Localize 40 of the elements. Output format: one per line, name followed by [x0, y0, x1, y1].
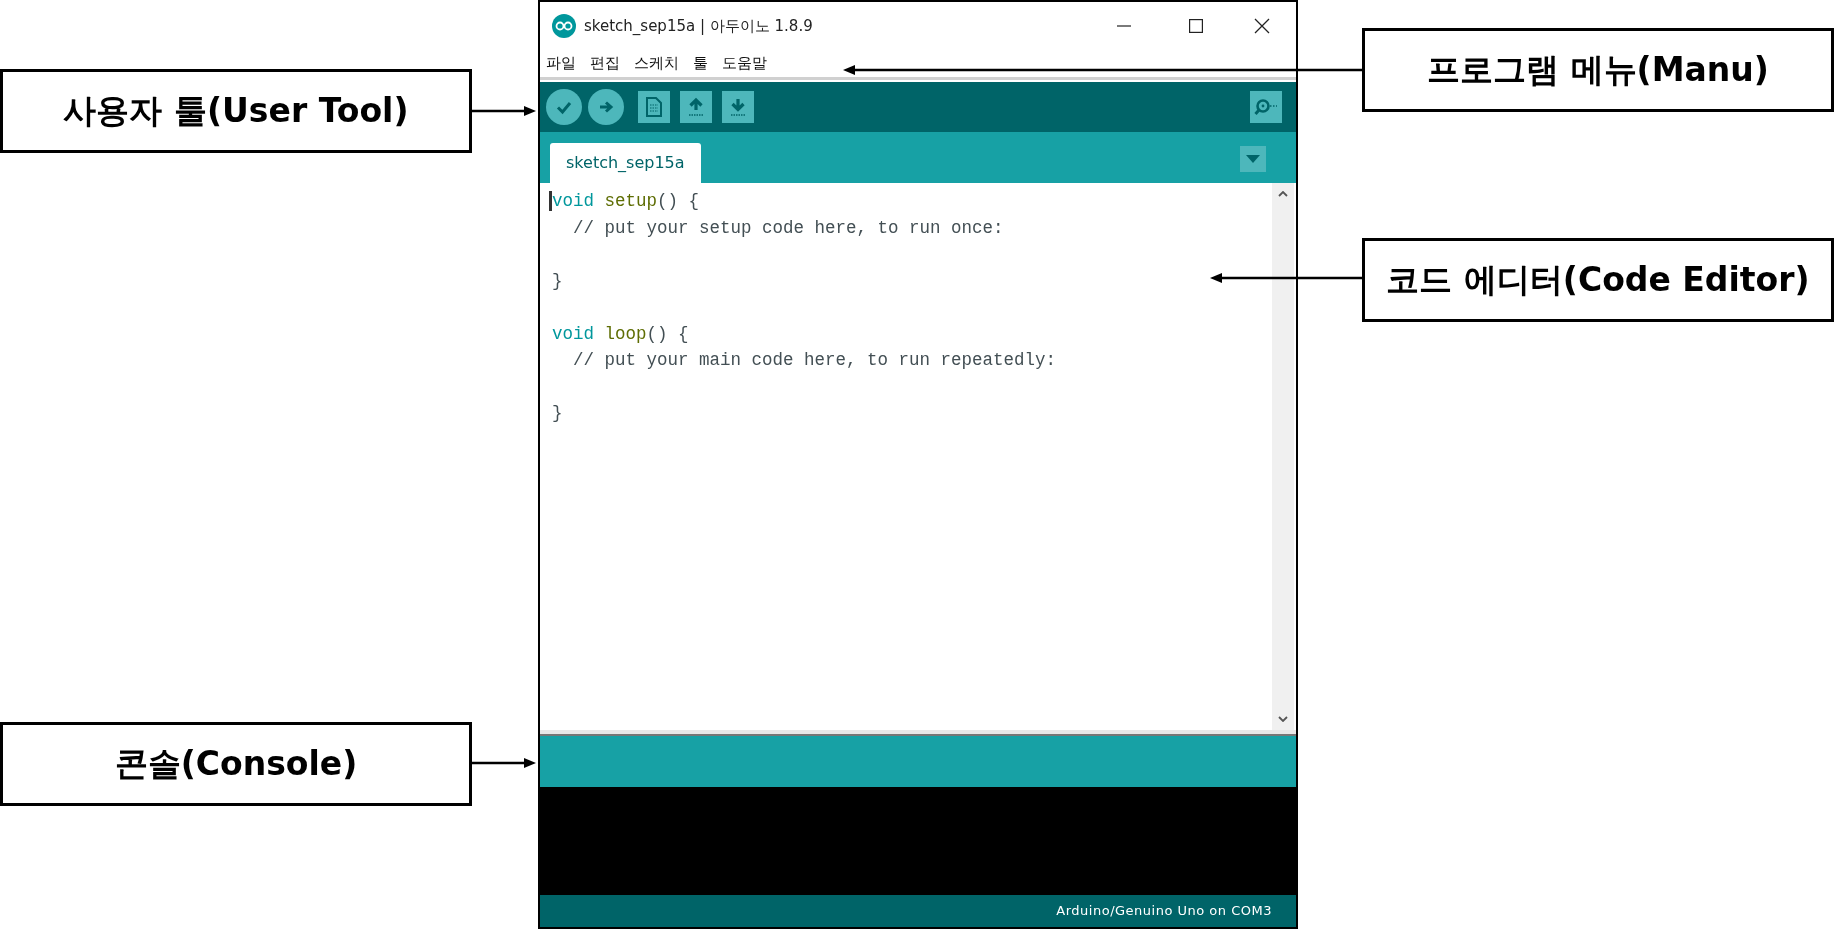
- callout-label: 콘솔(Console): [0, 722, 472, 806]
- code-editor[interactable]: void setup() { // put your setup code here, to run once: } void loop() { // put your main code here, to run repeatedly: }: [540, 183, 1272, 730]
- close-icon: [1254, 18, 1270, 34]
- save-button[interactable]: [722, 91, 754, 123]
- magnifier-icon: [1254, 97, 1278, 117]
- editor-tab[interactable]: sketch_sep15a: [550, 143, 701, 183]
- menu-item[interactable]: 도움말: [722, 52, 767, 75]
- verify-button[interactable]: [546, 89, 582, 125]
- chevron-down-icon: [1278, 716, 1288, 722]
- board-status: Arduino/Genuino Uno on COM3: [1056, 902, 1272, 921]
- menu-item[interactable]: 파일: [546, 52, 576, 75]
- code-line: void setup() {: [552, 190, 700, 213]
- caret-down-icon: [1246, 155, 1260, 163]
- code-line: // put your main code here, to run repeatedly:: [572, 349, 1057, 372]
- arrow: [472, 758, 536, 768]
- document-icon: [646, 97, 662, 117]
- tab-menu-button[interactable]: [1240, 146, 1266, 172]
- menu-item[interactable]: 편집: [590, 52, 620, 75]
- upload-icon: [687, 97, 705, 117]
- chevron-up-icon: [1278, 191, 1288, 197]
- new-button[interactable]: [638, 91, 670, 123]
- code-line: void loop() {: [552, 322, 689, 346]
- menu-item[interactable]: 툴: [693, 52, 708, 75]
- app-logo-icon: [552, 14, 576, 38]
- maximize-icon: [1189, 19, 1203, 33]
- arrow: [472, 106, 536, 116]
- window-title: sketch_sep15a | 아두이노 1.8.9: [584, 15, 813, 37]
- menu-item[interactable]: 스케치: [634, 52, 679, 75]
- code-line: }: [552, 402, 563, 425]
- code-line: // put your setup code here, to run once:: [572, 216, 1004, 240]
- upload-button[interactable]: [588, 89, 624, 125]
- callout-label: 사용자 툴(User Tool): [0, 69, 472, 153]
- open-button[interactable]: [680, 91, 712, 123]
- serial-monitor-button[interactable]: [1250, 91, 1282, 123]
- callout-label: 프로그램 메뉴(Manu): [1362, 28, 1834, 112]
- scrollbar[interactable]: [1272, 183, 1294, 730]
- code-line: }: [552, 269, 563, 293]
- callout-label: 코드 에디터(Code Editor): [1362, 238, 1834, 322]
- text-cursor: [549, 191, 552, 211]
- download-icon: [729, 97, 747, 117]
